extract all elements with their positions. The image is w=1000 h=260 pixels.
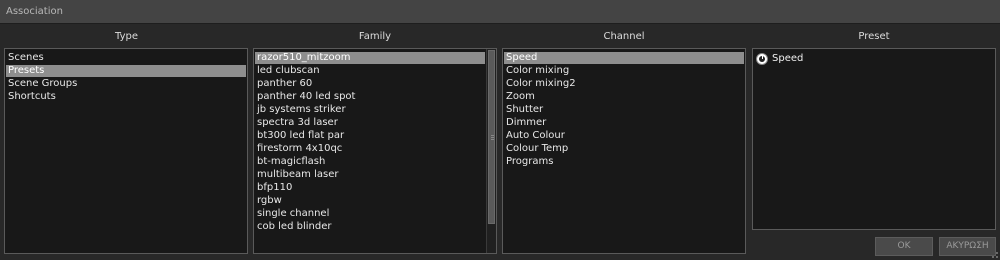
family-column-header: Family xyxy=(358,31,392,42)
family-item[interactable]: panther 60 xyxy=(255,78,485,90)
family-item[interactable]: cob led blinder xyxy=(255,221,485,233)
type-item-scenes[interactable]: Scenes xyxy=(6,52,246,64)
channel-item[interactable]: Shutter xyxy=(504,104,744,116)
channel-item[interactable]: Color mixing2 xyxy=(504,78,744,90)
resize-grip-icon[interactable] xyxy=(992,252,998,258)
channel-item[interactable]: Auto Colour xyxy=(504,130,744,142)
type-list[interactable]: Scenes Presets Scene Groups Shortcuts xyxy=(4,48,248,254)
channel-column-header: Channel xyxy=(603,31,645,42)
family-item[interactable]: single channel xyxy=(255,208,485,220)
channel-item[interactable]: Programs xyxy=(504,156,744,168)
family-item[interactable]: bt-magicflash xyxy=(255,156,485,168)
family-item[interactable]: rgbw xyxy=(255,195,485,207)
preset-item-label: Speed xyxy=(772,53,804,64)
type-column-header: Type xyxy=(115,31,138,42)
channel-item[interactable]: Dimmer xyxy=(504,117,744,129)
family-list[interactable]: razor510_mitzoom led clubscan panther 60… xyxy=(253,48,497,254)
family-item[interactable]: bt300 led flat par xyxy=(255,130,485,142)
type-item-scene-groups[interactable]: Scene Groups xyxy=(6,78,246,90)
dialog-body: Type Family Channel Preset Scenes Preset… xyxy=(0,24,1000,260)
association-dialog: Association Type Family Channel Preset S… xyxy=(0,0,1000,260)
type-item-shortcuts[interactable]: Shortcuts xyxy=(6,91,246,103)
grip-line-icon xyxy=(491,135,494,136)
title-bar[interactable]: Association xyxy=(0,0,1000,24)
speed-dial-icon xyxy=(756,53,768,65)
channel-item[interactable]: Speed xyxy=(504,52,744,64)
family-item[interactable]: jb systems striker xyxy=(255,104,485,116)
cancel-button[interactable]: ΑΚΥΡΩΣΗ xyxy=(939,237,996,256)
channel-item[interactable]: Colour Temp xyxy=(504,143,744,155)
family-scroll-thumb[interactable] xyxy=(488,50,495,224)
channel-item[interactable]: Zoom xyxy=(504,91,744,103)
family-item[interactable]: razor510_mitzoom xyxy=(255,52,485,64)
family-item[interactable]: spectra 3d laser xyxy=(255,117,485,129)
type-item-presets[interactable]: Presets xyxy=(6,65,246,77)
grip-line-icon xyxy=(491,137,494,138)
channel-list[interactable]: Speed Color mixing Color mixing2 Zoom Sh… xyxy=(502,48,746,254)
family-item[interactable]: firestorm 4x10qc xyxy=(255,143,485,155)
family-item[interactable]: bfp110 xyxy=(255,182,485,194)
ok-button[interactable]: OK xyxy=(875,237,933,256)
family-item[interactable]: multibeam laser xyxy=(255,169,485,181)
grip-line-icon xyxy=(491,139,494,140)
family-item[interactable]: panther 40 led spot xyxy=(255,91,485,103)
family-item[interactable]: led clubscan xyxy=(255,65,485,77)
channel-item[interactable]: Color mixing xyxy=(504,65,744,77)
family-scrollbar[interactable] xyxy=(486,49,496,253)
window-title: Association xyxy=(6,6,63,17)
preset-item-speed[interactable]: Speed xyxy=(756,52,803,66)
preset-list[interactable]: Speed xyxy=(752,48,996,230)
preset-column-header: Preset xyxy=(858,31,890,42)
